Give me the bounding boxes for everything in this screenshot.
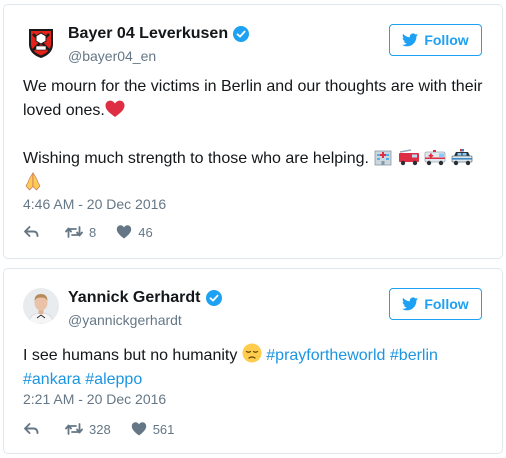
fire-engine-emoji-icon xyxy=(398,149,419,166)
tweet-paragraph: We mourn for the victims in Berlin and o… xyxy=(23,75,486,123)
tweet-card: Yannick Gerhardt @yannickgerhardt Follow… xyxy=(3,268,503,454)
tweet-text-line: Wishing much strength to those who are h… xyxy=(23,150,369,167)
hashtag-link[interactable]: #prayfortheworld xyxy=(266,347,385,364)
hashtag-link[interactable]: #berlin xyxy=(390,347,438,364)
follow-button[interactable]: Follow xyxy=(389,288,482,320)
tweet-text-line: I see humans but no humanity xyxy=(23,347,238,364)
tweet-text: We mourn for the victims in Berlin and o… xyxy=(23,75,486,196)
avatar[interactable] xyxy=(23,288,59,324)
retweet-button[interactable]: 8 xyxy=(65,224,96,240)
like-button[interactable]: 561 xyxy=(131,421,175,437)
tweet-text-line: We mourn for the victims in Berlin and o… xyxy=(23,78,483,119)
like-count: 46 xyxy=(138,224,153,240)
reply-arrow-icon xyxy=(24,423,39,434)
reply-arrow-icon xyxy=(24,226,39,237)
retweet-count: 328 xyxy=(89,421,111,437)
police-car-emoji-icon xyxy=(451,149,473,166)
user-handle[interactable]: @yannickgerhardt xyxy=(68,312,182,328)
avatar[interactable] xyxy=(23,24,59,60)
follow-label: Follow xyxy=(424,296,469,312)
tweet-text: I see humans but no humanity #prayforthe… xyxy=(23,343,486,392)
reply-button[interactable] xyxy=(23,224,45,240)
ambulance-emoji-icon xyxy=(424,150,446,166)
pensive-face-emoji-icon xyxy=(242,343,262,363)
twitter-bird-icon xyxy=(402,33,419,47)
follow-button[interactable]: Follow xyxy=(389,24,482,56)
retweet-count: 8 xyxy=(89,224,97,240)
hospital-emoji-icon xyxy=(375,150,392,166)
user-handle[interactable]: @bayer04_en xyxy=(68,48,156,64)
display-name[interactable]: Bayer 04 Leverkusen xyxy=(68,25,228,43)
retweet-icon xyxy=(65,423,83,435)
hashtag-link[interactable]: #aleppo xyxy=(85,371,142,388)
tweet-paragraph: Wishing much strength to those who are h… xyxy=(23,147,486,196)
twitter-bird-icon xyxy=(402,297,419,311)
user-photo-icon xyxy=(23,288,59,324)
tweet-actions: 8 46 xyxy=(23,224,173,240)
heart-icon xyxy=(131,422,146,436)
tweet-paragraph: I see humans but no humanity #prayforthe… xyxy=(23,343,486,392)
like-button[interactable]: 46 xyxy=(116,224,153,240)
user-name-row[interactable]: Bayer 04 Leverkusen xyxy=(68,25,250,43)
verified-badge-icon xyxy=(205,290,222,306)
red-heart-emoji-icon xyxy=(105,100,125,117)
follow-label: Follow xyxy=(424,32,469,48)
hashtag-link[interactable]: #ankara xyxy=(23,371,81,388)
tweet-card: Bayer 04 Leverkusen @bayer04_en Follow W… xyxy=(3,4,503,259)
tweet-timestamp[interactable]: 2:21 AM - 20 Dec 2016 xyxy=(23,391,166,407)
retweet-button[interactable]: 328 xyxy=(65,421,111,437)
verified-badge-icon xyxy=(233,26,250,42)
display-name[interactable]: Yannick Gerhardt xyxy=(68,289,201,307)
tweet-timestamp[interactable]: 4:46 AM - 20 Dec 2016 xyxy=(23,196,166,212)
user-name-row[interactable]: Yannick Gerhardt xyxy=(68,289,222,307)
retweet-icon xyxy=(65,226,83,238)
like-count: 561 xyxy=(152,421,175,437)
reply-button[interactable] xyxy=(23,421,45,437)
bayer-leverkusen-crest-icon xyxy=(23,24,59,60)
folded-hands-emoji-icon xyxy=(25,172,41,191)
heart-icon xyxy=(117,225,132,239)
tweet-actions: 328 561 xyxy=(23,421,194,437)
